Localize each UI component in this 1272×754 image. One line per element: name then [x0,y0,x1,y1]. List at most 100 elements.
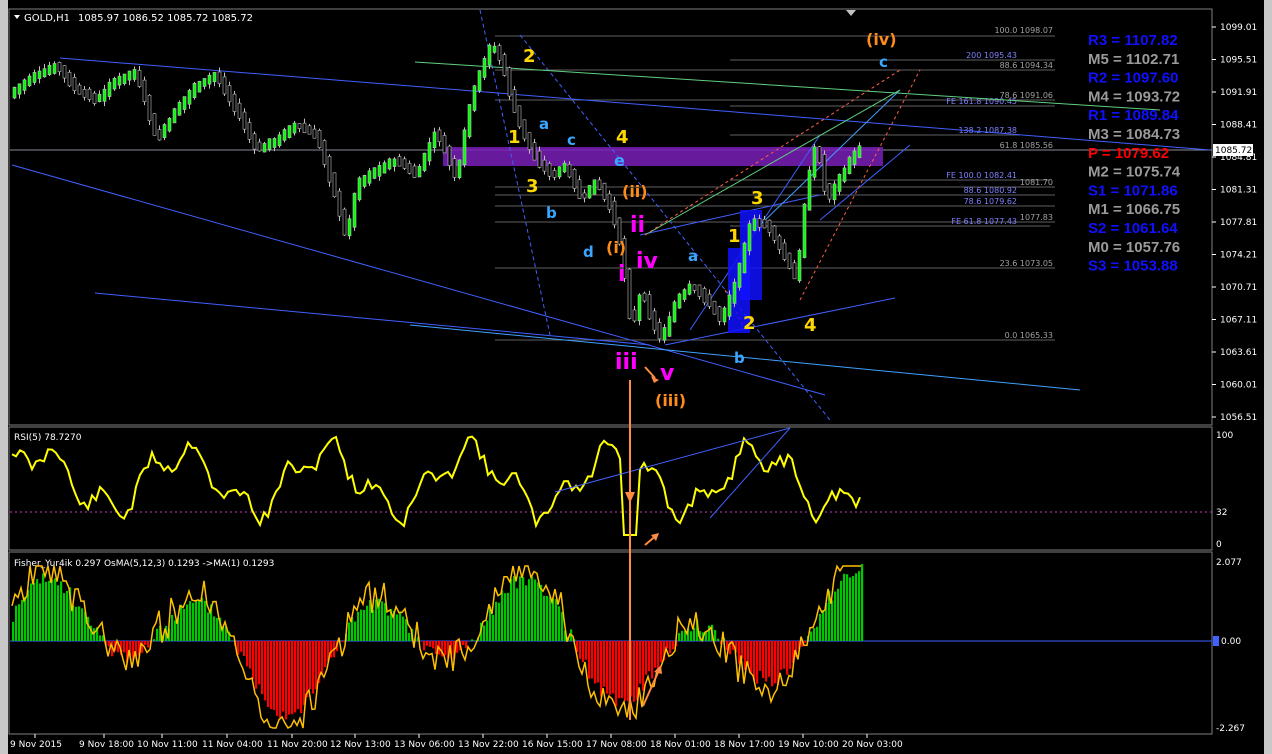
candle-body [172,108,177,124]
histogram-bar [252,641,255,680]
histogram-bar [822,610,825,641]
candle-body [407,162,412,174]
wave-label: iii [615,350,638,375]
histogram-bar [396,614,399,641]
histogram-bar [549,596,552,641]
histogram-bar [768,641,771,677]
histogram-bar [780,641,783,670]
candle-body [192,83,197,98]
histogram-bar [762,641,765,679]
candle-body [792,262,797,280]
candle-body [767,219,772,233]
candle-body [502,54,507,76]
candle-body [707,293,712,307]
candle-body [857,145,862,158]
histogram-bar [594,641,597,684]
histogram-bar [267,641,270,708]
time-axis: 9 Nov 2015 9 Nov 18:00 10 Nov 11:00 11 Nov … [10,734,903,750]
wave-label: b [546,204,557,222]
histogram-bar [621,641,624,699]
wave-label: i [618,262,626,287]
candle-body [692,284,697,291]
fib-label: 88.6 1094.34 [1000,61,1053,70]
candle-body [257,141,262,152]
histogram-bar [306,641,309,698]
price-tick: 1056.51 [1220,413,1257,423]
time-tick: 12 Nov 13:00 [330,740,391,750]
wave-label: e [614,151,625,170]
chart-shift-marker[interactable] [846,10,856,16]
histogram-bar [537,582,540,641]
histogram-bar [357,611,360,641]
candle-body [807,169,812,211]
histogram-bar [402,616,405,641]
histogram-bar [597,641,600,683]
candle-body [747,223,752,252]
candle-body [637,294,642,322]
histogram-bar [462,641,465,646]
histogram-bar [681,630,684,641]
wave-label: 2 [523,46,536,67]
histogram-bar [405,619,408,641]
histogram-bar [81,608,84,641]
candle-body [377,165,382,177]
price-tick: 1095.51 [1220,56,1257,66]
histogram-bar [786,641,789,675]
price-tick: 1074.21 [1220,251,1257,261]
time-tick: 11 Nov 04:00 [202,740,263,750]
candle-body [517,105,522,128]
candle-body [317,130,322,148]
candle-body [62,65,67,79]
candlesticks[interactable] [12,42,862,344]
resistance-zone-box[interactable] [443,147,883,166]
candle-body [397,156,402,167]
histogram-bar [429,641,432,647]
price-tick: 1063.61 [1220,348,1257,358]
time-tick: 13 Nov 06:00 [394,740,455,750]
rsi-trendline [554,427,791,493]
candle-body [417,165,422,178]
histogram-bar [276,641,279,716]
candle-body [122,73,127,84]
wave-label: 3 [751,188,764,209]
chart-canvas[interactable]: GOLD,H1 1085.97 1086.52 1085.72 1085.72 … [0,0,1272,754]
triangle-down-icon[interactable] [14,15,20,19]
histogram-bar [603,641,606,687]
histogram-bar [324,641,327,668]
candle-body [357,177,362,201]
candle-body [342,208,347,236]
pivot-label: M1 = 1066.75 [1088,201,1180,218]
candle-body [602,182,607,200]
histogram-bar [315,641,318,690]
fib-label: FE 100.0 1082.41 [946,171,1017,180]
histogram-bar [666,641,669,649]
histogram-bar [57,585,60,641]
histogram-bar [588,641,591,679]
pivot-label: S1 = 1071.86 [1088,182,1178,199]
pivot-label: S3 = 1053.88 [1088,258,1178,275]
histogram-bar [855,573,858,641]
candle-body [447,145,452,166]
candle-body [262,143,267,153]
candle-body [477,70,482,92]
histogram-bar [123,641,126,653]
histogram-bar [693,627,696,641]
candle-body [142,79,147,102]
histogram-bar [504,593,507,641]
candle-body [77,84,82,95]
candle-body [272,138,277,148]
candle-body [292,122,297,134]
candle-body [177,102,182,116]
histogram-bar [381,601,384,641]
candle-body [27,75,32,87]
price-tick: 1060.01 [1220,381,1257,391]
candle-body [712,300,717,315]
fib-level-labels: 100.0 1098.07 200 1095.43 88.6 1094.34 7… [946,26,1053,340]
candle-body [607,193,612,210]
histogram-bar [294,641,297,713]
candle-body [507,67,512,97]
histogram-bar [507,592,510,641]
candle-body [787,252,792,269]
time-tick: 18 Nov 17:00 [714,740,775,750]
candle-body [467,104,472,138]
